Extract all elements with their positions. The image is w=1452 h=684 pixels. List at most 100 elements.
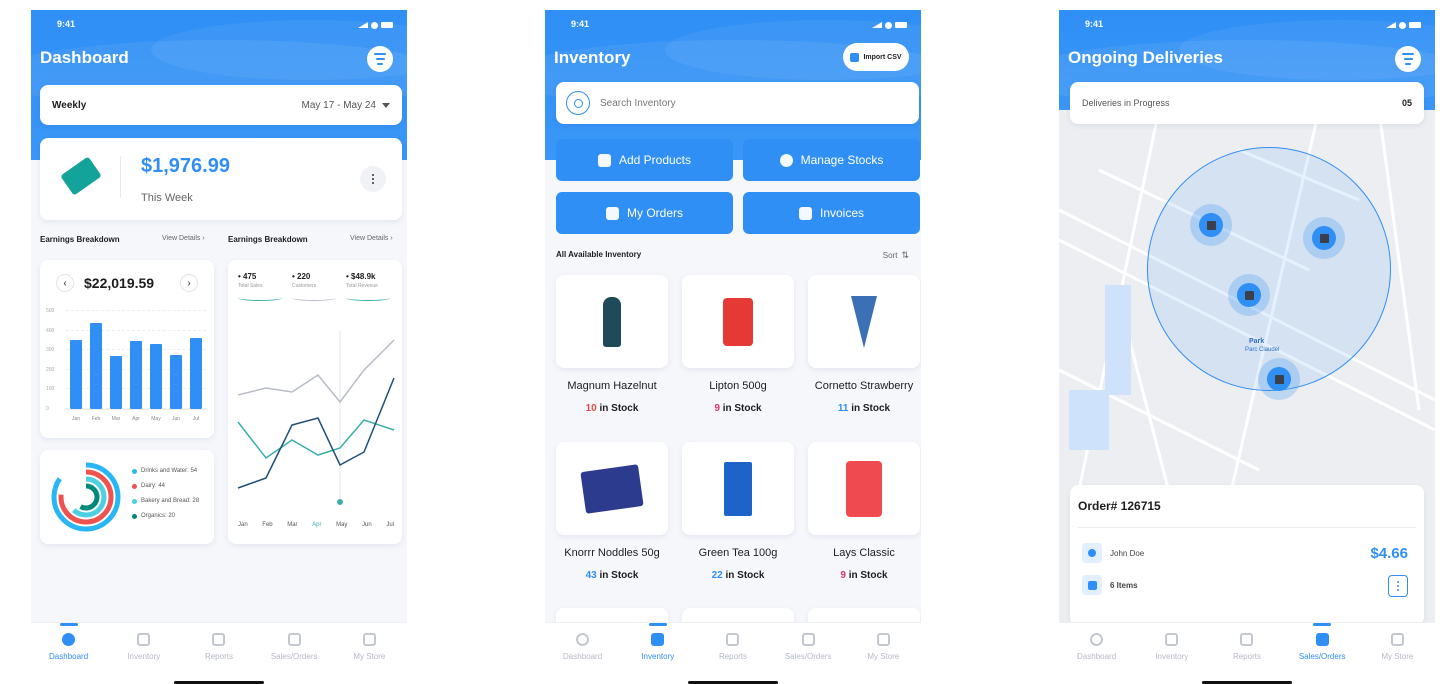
order-card[interactable]: Order# 126715 John Doe $4.66 6 Items: [1070, 485, 1424, 625]
bar-jan[interactable]: [70, 340, 82, 409]
legend-item: Dairy: 44: [132, 483, 199, 489]
bar-x-tick: May: [151, 416, 161, 422]
filter-menu-button[interactable]: [367, 46, 393, 72]
delivery-pin[interactable]: [1303, 217, 1345, 259]
sales-orders-icon: [287, 633, 301, 646]
tab-inventory[interactable]: Inventory: [109, 633, 179, 684]
bar-gridline: [66, 329, 206, 331]
product-name: Knorrr Noddles 50g: [564, 547, 660, 559]
person-icon: [1082, 543, 1102, 563]
filter-menu-button[interactable]: [1395, 46, 1421, 72]
view-details-link-left[interactable]: View Details ›: [162, 235, 205, 242]
tab-my-store[interactable]: My Store: [1362, 633, 1432, 684]
more-options-button[interactable]: [360, 166, 386, 192]
bar-jun[interactable]: [170, 355, 182, 409]
order-options-button[interactable]: [1388, 575, 1408, 597]
delivery-pin[interactable]: [1228, 274, 1270, 316]
inventory-icon: [651, 633, 665, 646]
product-image: [808, 442, 920, 535]
tab-dashboard[interactable]: Dashboard: [548, 633, 618, 684]
product-image: [556, 442, 668, 535]
tab-sales-orders[interactable]: Sales/Orders: [259, 633, 329, 684]
tab-reports[interactable]: Reports: [184, 633, 254, 684]
product-card[interactable]: [808, 275, 920, 368]
wifi-icon: [885, 21, 892, 29]
battery-icon: [895, 22, 907, 28]
next-period-button[interactable]: ›: [180, 274, 198, 292]
add-products-button[interactable]: Add Products: [556, 139, 733, 181]
tab-my-store[interactable]: My Store: [848, 633, 918, 684]
signal-icon: [1386, 22, 1396, 28]
bar-feb[interactable]: [90, 322, 102, 409]
orders-icon: [605, 206, 619, 220]
package-icon: [1274, 374, 1284, 384]
tab-dashboard[interactable]: Dashboard: [1062, 633, 1132, 684]
legend-label: Bakery and Bread: 28: [141, 498, 200, 504]
manage-stocks-button[interactable]: Manage Stocks: [743, 139, 920, 181]
view-details-link-right[interactable]: View Details ›: [350, 235, 393, 242]
tab-dashboard[interactable]: Dashboard: [34, 623, 104, 684]
stat-label: Total Revenue: [346, 283, 378, 289]
dashboard-icon: [1090, 633, 1104, 646]
tab-sales-orders[interactable]: Sales/Orders: [773, 633, 843, 684]
invoices-button[interactable]: Invoices: [743, 192, 920, 234]
bar-x-tick: Jul: [192, 416, 200, 422]
category-donut-chart: [51, 462, 121, 532]
bar-y-tick: 300: [46, 347, 55, 354]
sort-button[interactable]: Sort ⇅: [883, 250, 909, 261]
product-name: Green Tea 100g: [698, 547, 778, 559]
line-x-tick: Feb: [262, 522, 273, 528]
status-bar: 9:41: [57, 19, 393, 31]
my-orders-button[interactable]: My Orders: [556, 192, 733, 234]
package-icon: [1244, 290, 1254, 300]
product-stock: 9 in Stock: [675, 403, 801, 414]
breakdown-left-title: Earnings Breakdown: [40, 235, 120, 244]
delivery-radius: [1147, 147, 1391, 391]
tab-reports[interactable]: Reports: [698, 633, 768, 684]
line-x-tick: Jul: [386, 522, 394, 528]
product-card[interactable]: [556, 275, 668, 368]
stat-item: • 220 Customers: [292, 272, 340, 301]
search-input[interactable]: Search Inventory: [600, 98, 676, 109]
product-card[interactable]: [808, 442, 920, 535]
bar-apr[interactable]: [130, 341, 142, 409]
delivery-pin[interactable]: [1258, 358, 1300, 400]
bar-mar[interactable]: [110, 356, 122, 409]
stat-value: • 220: [292, 272, 311, 281]
search-bar[interactable]: Search Inventory: [556, 82, 919, 124]
stat-sparkline: [346, 295, 390, 301]
period-selector[interactable]: Weekly May 17 - May 24: [40, 85, 402, 125]
category-legend: Drinks and Water: 54 Dairy: 44 Bakery and …: [132, 468, 199, 519]
product-card[interactable]: [556, 442, 668, 535]
page-title: Ongoing Deliveries: [1068, 48, 1223, 67]
stat-sparkline: [292, 295, 336, 301]
tab-inventory[interactable]: Inventory: [623, 623, 693, 684]
prev-period-button[interactable]: ‹: [56, 274, 74, 292]
bar-jul[interactable]: [190, 338, 202, 409]
product-name: Cornetto Strawberry: [814, 380, 914, 392]
progress-count: 05: [1401, 98, 1412, 108]
tab-my-store[interactable]: My Store: [334, 633, 404, 684]
bar-x-tick: Apr: [132, 416, 140, 422]
bar-may[interactable]: [150, 344, 162, 409]
bar-y-tick: 500: [46, 308, 55, 314]
product-name: Lays Classic: [833, 547, 895, 559]
sales-orders-icon: [1315, 633, 1329, 646]
product-card[interactable]: [682, 442, 794, 535]
product-stock: 9 in Stock: [801, 570, 921, 581]
tab-sales-orders[interactable]: Sales/Orders: [1287, 623, 1357, 684]
order-total: $4.66: [1370, 545, 1408, 562]
earnings-card: $1,976.99 This Week: [40, 138, 402, 220]
product-image: [682, 442, 794, 535]
bar-y-labels: 0 100 200 300 400 500: [46, 308, 64, 412]
import-csv-button[interactable]: Import CSV: [843, 43, 909, 71]
chevron-down-icon: [382, 102, 390, 108]
line-x-tick: May: [336, 522, 348, 528]
tab-reports[interactable]: Reports: [1212, 633, 1282, 684]
product-card[interactable]: [682, 275, 794, 368]
breakdown-right-title: Earnings Breakdown: [228, 235, 308, 244]
status-time: 9:41: [57, 19, 76, 29]
delivery-pin[interactable]: [1190, 204, 1232, 246]
tab-inventory[interactable]: Inventory: [1137, 633, 1207, 684]
earnings-amount: $1,976.99: [141, 155, 230, 177]
